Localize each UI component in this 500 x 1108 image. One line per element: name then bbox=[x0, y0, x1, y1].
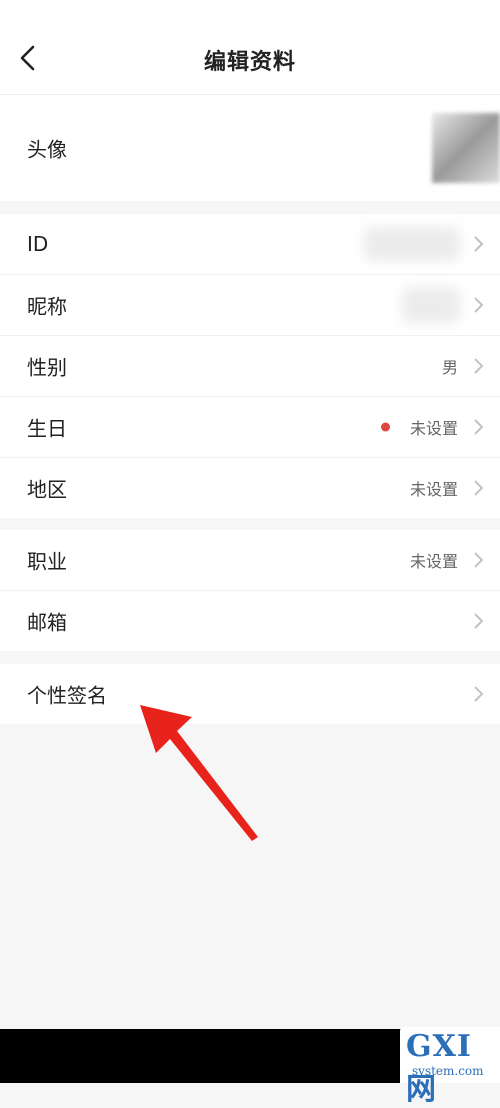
row-label: 职业 bbox=[27, 549, 67, 574]
top-bar: 编辑资料 bbox=[0, 0, 500, 95]
row-region[interactable]: 地区 未设置 bbox=[0, 458, 500, 518]
row-id[interactable]: ID bbox=[0, 214, 500, 275]
watermark-logo: GXI网 system.com bbox=[400, 1027, 500, 1107]
work-group: 职业 未设置 邮箱 bbox=[0, 530, 500, 651]
chevron-right-icon bbox=[474, 552, 484, 568]
avatar-label: 头像 bbox=[27, 137, 67, 162]
nickname-value-blurred bbox=[402, 287, 460, 323]
chevron-right-icon bbox=[474, 613, 484, 629]
avatar-group: 头像 bbox=[0, 95, 500, 201]
avatar-row[interactable]: 头像 bbox=[0, 95, 500, 201]
row-label: 地区 bbox=[27, 477, 67, 502]
row-birthday[interactable]: 生日 未设置 bbox=[0, 397, 500, 458]
chevron-right-icon bbox=[474, 686, 484, 702]
region-value: 未设置 bbox=[409, 480, 458, 499]
row-occupation[interactable]: 职业 未设置 bbox=[0, 530, 500, 591]
annotation-arrow-icon bbox=[140, 705, 258, 841]
chevron-right-icon bbox=[474, 297, 484, 313]
row-label: 性别 bbox=[27, 355, 67, 380]
row-label: 邮箱 bbox=[27, 610, 67, 635]
row-label: 昵称 bbox=[27, 294, 67, 319]
birthday-value: 未设置 bbox=[409, 419, 458, 438]
gender-value: 男 bbox=[441, 358, 458, 377]
watermark-sub: system.com bbox=[412, 1064, 484, 1078]
unread-dot bbox=[381, 422, 390, 432]
row-label: 个性签名 bbox=[27, 683, 107, 708]
row-gender[interactable]: 性别 男 bbox=[0, 336, 500, 397]
basic-info-group: ID 昵称 性别 男 生日 未设置 地区 未设置 bbox=[0, 214, 500, 518]
id-value-blurred bbox=[364, 227, 460, 261]
occupation-value: 未设置 bbox=[409, 552, 458, 571]
avatar[interactable] bbox=[432, 113, 500, 183]
row-label: 生日 bbox=[27, 416, 67, 441]
row-nickname[interactable]: 昵称 bbox=[0, 275, 500, 336]
page-title: 编辑资料 bbox=[203, 50, 296, 75]
chevron-right-icon bbox=[474, 236, 484, 252]
chevron-right-icon bbox=[474, 419, 484, 435]
row-label: ID bbox=[27, 232, 49, 256]
chevron-right-icon bbox=[474, 358, 484, 374]
chevron-right-icon bbox=[474, 480, 484, 496]
row-email[interactable]: 邮箱 bbox=[0, 591, 500, 651]
